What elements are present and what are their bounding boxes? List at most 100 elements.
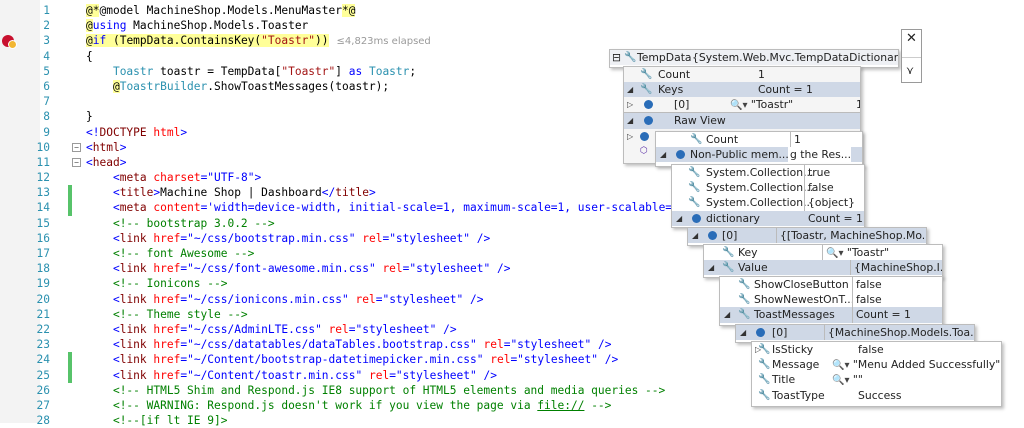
- code-line[interactable]: 14 <meta content='width=device-width, in…: [0, 200, 1024, 216]
- code-text[interactable]: <link href="~/css/ionicons.min.css" rel=…: [86, 292, 484, 307]
- datatip-row[interactable]: 🔧 System.Collection... true: [672, 165, 864, 181]
- code-text[interactable]: <title>Machine Shop | Dashboard</title>: [86, 185, 376, 200]
- expand-triangle-icon[interactable]: ▷: [627, 129, 633, 144]
- code-line[interactable]: 1 @*@model MachineShop.Models.MenuMaster*…: [0, 3, 1024, 18]
- datatip-pin-panel[interactable]: ✕ ⋎: [901, 29, 922, 83]
- line-number: 7: [43, 95, 50, 109]
- fold-toggle-icon[interactable]: −: [72, 157, 81, 167]
- datatip-level2[interactable]: 🔧 Count 1 ◢ Non-Public mem... g the Res.…: [655, 131, 863, 167]
- code-line[interactable]: 2 @using MachineShop.Models.Toaster: [0, 18, 1024, 33]
- code-line[interactable]: 7: [0, 94, 1024, 109]
- collapse-triangle-icon[interactable]: ◢: [660, 147, 666, 162]
- code-text[interactable]: <link href="~/Content/toastr.min.css" re…: [86, 368, 497, 383]
- magnifier-icon[interactable]: 🔍▾: [832, 375, 849, 386]
- code-text[interactable]: @ToastrBuilder.ShowToastMessages(toastr)…: [86, 79, 389, 94]
- perf-tip-elapsed[interactable]: ≤4,823ms elapsed: [337, 36, 431, 47]
- code-text[interactable]: <meta content='width=device-width, initi…: [86, 200, 692, 215]
- change-marker: [68, 185, 72, 201]
- code-text[interactable]: @if (TempData.ContainsKey("Toastr")) ≤4,8…: [86, 33, 431, 49]
- datatip-row[interactable]: 🔧 Title 🔍▾ "": [752, 372, 1001, 387]
- datatip-row[interactable]: 🔧 ShowCloseButton false: [720, 277, 942, 293]
- datatip-row[interactable]: 🔧 Key 🔍▾ "Toastr": [704, 245, 942, 262]
- datatip-level5[interactable]: 🔧 Key 🔍▾ "Toastr" ◢ 🔧 Value {MachineShop…: [703, 244, 943, 278]
- code-text[interactable]: <link href="~/css/font-awesome.min.css" …: [86, 261, 511, 276]
- datatip-row[interactable]: ◢ [0] {[Toastr, MachineShop.Mo...: [688, 228, 926, 244]
- code-line[interactable]: 11 − <head>: [0, 155, 1024, 170]
- code-text[interactable]: <!--[if lt IE 9]>: [86, 413, 228, 428]
- wrench-icon: 🔧: [640, 84, 653, 95]
- datatip-row[interactable]: ◢ 🔧 ToastMessages Count = 1: [720, 307, 942, 323]
- code-text[interactable]: }: [86, 109, 93, 124]
- datatip-root-row[interactable]: ⊟ 🔧 TempData {System.Web.Mvc.TempDataDic…: [610, 50, 898, 66]
- magnifier-icon[interactable]: 🔍▾: [832, 360, 849, 371]
- datatip-row[interactable]: ◢ [0] {MachineShop.Models.Toa...: [736, 325, 974, 341]
- change-marker: [68, 367, 72, 383]
- code-line[interactable]: 28 <!--[if lt IE 9]>: [0, 413, 1024, 428]
- code-line[interactable]: 3 @if (TempData.ContainsKey("Toastr")) ≤4,…: [0, 33, 1024, 48]
- field-icon: [676, 147, 685, 162]
- code-text[interactable]: <!DOCTYPE html>: [86, 125, 187, 140]
- datatip-row[interactable]: ◢ dictionary Count = 1: [672, 210, 864, 226]
- datatip-value-with-search: 🔍▾ "Toastr": [822, 245, 889, 262]
- datatip-row[interactable]: 🔧 Count 1: [624, 67, 860, 82]
- code-text[interactable]: <link href="~/Content/bootstrap-datetime…: [86, 352, 618, 367]
- code-text[interactable]: Toastr toastr = TempData["Toastr"] as To…: [86, 64, 416, 79]
- change-marker: [68, 200, 72, 216]
- code-line[interactable]: 6 @ToastrBuilder.ShowToastMessages(toast…: [0, 79, 1024, 94]
- datatip-row[interactable]: ◢ 🔧 Value {MachineShop.I...: [704, 260, 942, 276]
- fold-toggle-icon[interactable]: −: [72, 142, 81, 152]
- code-line[interactable]: 12 <meta charset="UTF-8">: [0, 170, 1024, 185]
- expand-triangle-icon[interactable]: ▷: [627, 97, 633, 112]
- code-text[interactable]: <!-- Ionicons -->: [86, 276, 228, 291]
- magnifier-icon[interactable]: 🔍▾: [826, 248, 843, 259]
- code-text[interactable]: <link href="~/css/bootstrap.min.css" rel…: [86, 231, 490, 246]
- collapse-triangle-icon[interactable]: ◢: [740, 325, 746, 340]
- datatip-row[interactable]: ◢ 🔧 Keys Count = 1: [624, 82, 860, 98]
- datatip-row[interactable]: 🔧 System.Collection... false: [672, 180, 864, 196]
- datatip-row[interactable]: 🔧 Message 🔍▾ "Menu Added Successfully": [752, 357, 1001, 372]
- code-text[interactable]: @using MachineShop.Models.Toaster: [86, 18, 308, 33]
- code-text[interactable]: <!-- bootstrap 3.0.2 -->: [86, 216, 275, 231]
- magnifier-icon[interactable]: 🔍▾: [730, 100, 747, 111]
- datatip-name: [0]: [772, 326, 788, 339]
- expand-icon[interactable]: ⊟: [612, 50, 621, 65]
- datatip-level8[interactable]: ▷ 🔧 IsSticky false 🔧 Message 🔍▾ "Menu Ad…: [751, 341, 1002, 407]
- datatip-row[interactable]: 🔧 ToastType Success: [752, 388, 1001, 403]
- datatip-row[interactable]: 🔧 ShowNewestOnT... false: [720, 292, 942, 308]
- collapse-triangle-icon[interactable]: ◢: [627, 82, 633, 97]
- datatip-row[interactable]: ▷ [0] 🔍▾ "Toastr" 1: [624, 97, 860, 114]
- collapse-triangle-icon[interactable]: ◢: [627, 113, 633, 128]
- datatip-name: ShowNewestOnT...: [754, 293, 855, 307]
- code-text[interactable]: <meta charset="UTF-8">: [86, 170, 261, 185]
- collapse-triangle-icon[interactable]: ◢: [692, 228, 698, 243]
- code-text[interactable]: <!-- HTML5 Shim and Respond.js IE8 suppo…: [86, 383, 665, 398]
- code-line[interactable]: 8}: [0, 109, 1024, 124]
- code-text[interactable]: <head>: [86, 155, 126, 170]
- line-number: 20: [36, 292, 50, 306]
- code-text[interactable]: {: [86, 49, 93, 64]
- field-icon: [692, 211, 701, 226]
- code-text[interactable]: <!-- Theme style -->: [86, 307, 248, 322]
- datatip-row[interactable]: 🔧 Count 1: [656, 132, 862, 148]
- expand-down-icon[interactable]: ⋎: [906, 64, 914, 77]
- collapse-triangle-icon[interactable]: ◢: [724, 307, 730, 322]
- close-icon[interactable]: ✕: [906, 31, 917, 46]
- datatip-level3[interactable]: 🔧 System.Collection... true 🔧 System.Col…: [671, 164, 865, 228]
- collapse-triangle-icon[interactable]: ◢: [676, 211, 682, 226]
- line-number: 23: [36, 338, 50, 352]
- datatip-row[interactable]: 🔧 System.Collection... {object}: [672, 195, 864, 211]
- code-line[interactable]: 10 − <html>: [0, 140, 1024, 155]
- datatip-row[interactable]: ◢ Non-Public mem... g the Res...: [656, 147, 862, 163]
- datatip-level6[interactable]: 🔧 ShowCloseButton false 🔧 ShowNewestOnT.…: [719, 276, 943, 326]
- datatip-row[interactable]: ▷ 🔧 IsSticky false: [752, 342, 1001, 357]
- code-text[interactable]: <!-- WARNING: Respond.js doesn't work if…: [86, 398, 611, 413]
- datatip-row[interactable]: ◢ Raw View: [624, 113, 860, 129]
- code-text[interactable]: <link href="~/css/datatables/dataTables.…: [86, 337, 612, 352]
- code-text[interactable]: <!-- font Awesome -->: [86, 246, 254, 261]
- code-text[interactable]: <html>: [86, 140, 126, 155]
- collapse-triangle-icon[interactable]: ◢: [708, 260, 714, 275]
- code-line[interactable]: 13 <title>Machine Shop | Dashboard</titl…: [0, 185, 1024, 201]
- code-text[interactable]: @*@model MachineShop.Models.MenuMaster*@: [86, 3, 356, 18]
- code-line[interactable]: 9 <!DOCTYPE html>: [0, 125, 1024, 140]
- code-text[interactable]: <link href="~/css/AdminLTE.css" rel="sty…: [86, 322, 457, 337]
